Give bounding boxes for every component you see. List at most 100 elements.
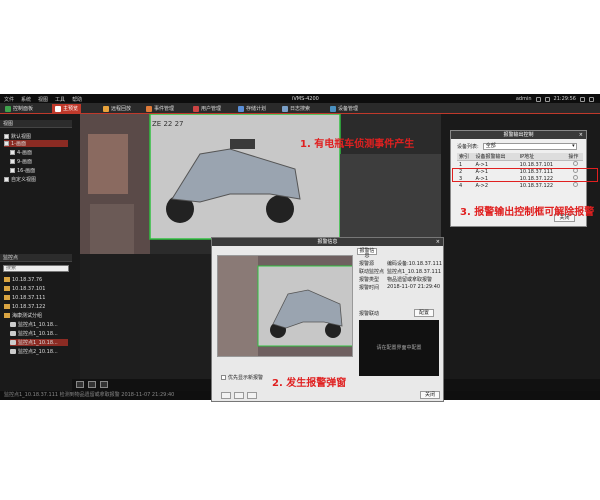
folder-icon: [4, 286, 10, 291]
priority-checkbox[interactable]: [221, 375, 226, 380]
view-label: 自定义视图: [11, 177, 37, 183]
tab-event-management[interactable]: 事件管理: [143, 104, 177, 113]
row-output: A->2: [475, 182, 489, 189]
close-button[interactable]: 关闭: [420, 391, 440, 399]
menu-system[interactable]: 系统: [21, 96, 31, 103]
tab-control-panel[interactable]: 控制面板: [2, 104, 36, 113]
camera-tree-item-selected[interactable]: 监控点1_10.18...: [10, 339, 68, 346]
device-label: 10.18.37.76: [12, 276, 43, 283]
field-value: 编码设备:10.18.37.111: [387, 261, 443, 267]
camera-icon: [10, 322, 16, 327]
menu-view[interactable]: 视图: [38, 96, 48, 103]
config-button[interactable]: 配置: [414, 309, 434, 317]
alarm-info-tab[interactable]: 报警信息: [357, 248, 377, 259]
checkbox-label: 优先显示新报警: [228, 375, 264, 381]
camera-icon: [10, 349, 16, 354]
view-icon: [10, 150, 15, 155]
view-label: 默认视图: [11, 134, 32, 140]
annotation-note-2: 2. 发生报警弹窗: [272, 378, 347, 389]
camera-label: 监控点2_10.18...: [18, 349, 58, 355]
layout-button[interactable]: [76, 381, 84, 388]
tab-label: 主预览: [63, 106, 79, 112]
view-label: 16-画面: [17, 168, 36, 174]
dashboard-icon: [5, 105, 11, 112]
view-label: 9-画面: [17, 159, 32, 165]
menu-file[interactable]: 文件: [4, 96, 14, 103]
table-row[interactable]: 1 A->1 10.18.37.101: [457, 161, 583, 169]
alarm-toggle-icon[interactable]: [573, 161, 579, 166]
device-tree-item[interactable]: 10.18.37.122: [4, 303, 45, 310]
view-tree-item[interactable]: 自定义视图: [4, 176, 36, 183]
field-key: 报警类型: [359, 277, 380, 283]
field-alarm-time: 报警时间 2018-11-07 21:29:40: [359, 284, 440, 291]
tab-main-view[interactable]: 主预览: [52, 104, 82, 113]
col-ip: IP地址: [517, 153, 567, 161]
monitor-search-input[interactable]: 搜索: [3, 265, 69, 272]
alarm-snapshot: [217, 255, 353, 357]
view-tree-item-selected[interactable]: 1-画面: [4, 140, 68, 147]
view-tree-item[interactable]: 9-画面: [10, 158, 32, 165]
user-icon: [193, 105, 199, 112]
close-icon[interactable]: ×: [436, 238, 440, 246]
device-tree-item[interactable]: 海康测试分组: [4, 312, 42, 319]
view-tree-item[interactable]: 4-画面: [10, 149, 32, 156]
cpu-icon: [544, 96, 550, 102]
device-list-label: 设备列表:: [457, 144, 479, 150]
tab-log-search[interactable]: 日志搜索: [279, 104, 313, 113]
next-button[interactable]: [234, 392, 244, 399]
view-icon: [4, 141, 9, 146]
close-icon[interactable]: ×: [579, 131, 583, 139]
view-label: 1-画面: [11, 141, 26, 147]
tab-label: 远程回放: [111, 106, 132, 112]
event-icon: [146, 105, 152, 112]
field-key: 报警源: [359, 261, 375, 267]
view-tree-item[interactable]: 16-画面: [10, 167, 35, 174]
camera-label: 监控点1_10.18...: [18, 340, 58, 346]
menu-help[interactable]: 帮助: [72, 96, 82, 103]
tab-label: 日志搜索: [290, 106, 311, 112]
device-tree-item[interactable]: 10.18.37.101: [4, 285, 45, 292]
menu-tools[interactable]: 工具: [55, 96, 65, 103]
view-tree-item[interactable]: 默认视图: [4, 133, 31, 140]
device-tree-item[interactable]: 10.18.37.76: [4, 276, 42, 283]
tab-device-management[interactable]: 设备管理: [327, 104, 361, 113]
field-source: 报警源 编码设备:10.18.37.111: [359, 260, 442, 267]
annotation-note-3: 3. 报警输出控制框可解除报警: [460, 207, 595, 218]
prev-button[interactable]: [221, 392, 231, 399]
row-index: 4: [459, 182, 463, 189]
lock-icon[interactable]: [535, 96, 541, 102]
camera-tree-item[interactable]: 监控点1_10.18...: [10, 330, 58, 337]
field-key: 报警时间: [359, 285, 380, 291]
field-value: 监控点1_10.18.37.111: [387, 269, 442, 275]
camera-label: 监控点1_10.18...: [18, 322, 58, 328]
view-icon: [4, 134, 9, 139]
camera-tree-item[interactable]: 监控点1_10.18...: [10, 321, 58, 328]
tab-user-management[interactable]: 用户管理: [190, 104, 224, 113]
device-label: 10.18.37.101: [12, 285, 46, 292]
tab-storage-schedule[interactable]: 存储计划: [235, 104, 269, 113]
tab-remote-playback[interactable]: 远程回放: [100, 104, 134, 113]
camera-label: 监控点1_10.18...: [18, 331, 58, 337]
view-panel-title: 视图: [0, 120, 72, 128]
device-list-select[interactable]: 全部 ▾: [482, 143, 577, 150]
fullscreen-button[interactable]: [88, 381, 96, 388]
device-icon: [330, 105, 336, 112]
row-ip: 10.18.37.101: [519, 161, 554, 168]
priority-checkbox-row[interactable]: 优先显示新报警: [221, 374, 263, 381]
close-icon[interactable]: [589, 96, 594, 102]
table-row[interactable]: 4 A->2 10.18.37.122: [457, 182, 583, 189]
minimize-icon[interactable]: [580, 96, 585, 102]
device-label: 10.18.37.122: [12, 303, 46, 310]
device-tree-item[interactable]: 10.18.37.111: [4, 294, 45, 301]
alarm-toggle-icon[interactable]: [573, 182, 579, 187]
stop-all-button[interactable]: [100, 381, 108, 388]
highlight-box: [452, 168, 598, 182]
view-icon: [10, 168, 15, 173]
annotation-note-1: 1. 有电瓶车侦测事件产生: [300, 139, 415, 150]
field-value: 2018-11-07 21:29:40: [387, 284, 441, 290]
camera-tree-item[interactable]: 监控点2_10.18...: [10, 348, 58, 355]
tab-label: 存储计划: [246, 106, 267, 112]
snapshot-button[interactable]: [247, 392, 257, 399]
view-icon: [10, 159, 15, 164]
row-output: A->1: [475, 161, 489, 168]
